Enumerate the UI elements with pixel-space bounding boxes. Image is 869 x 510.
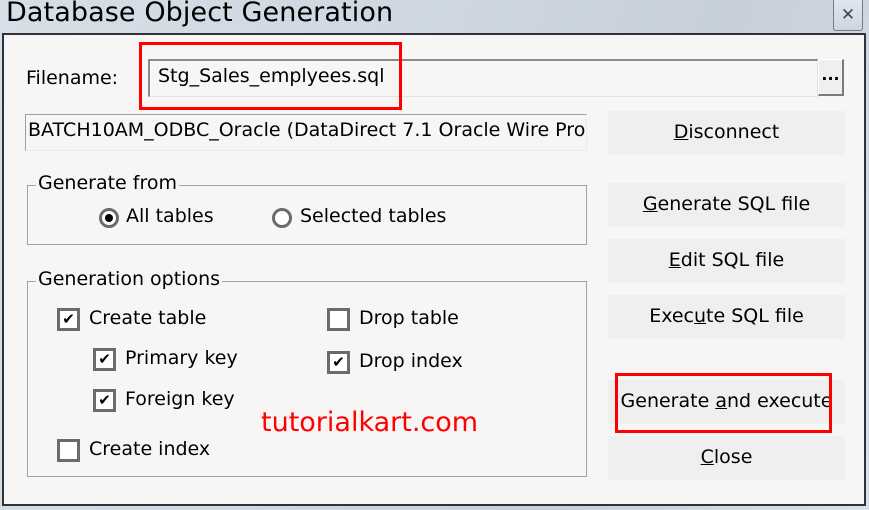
button-label: enerate SQL file	[657, 193, 811, 215]
mnemonic: G	[642, 193, 658, 215]
drop-table-label[interactable]: Drop table	[359, 307, 459, 329]
connection-field: BATCH10AM_ODBC_Oracle (DataDirect 7.1 Or…	[25, 114, 587, 151]
create-index-checkbox[interactable]	[57, 439, 80, 462]
all-tables-label[interactable]: All tables	[126, 205, 214, 227]
disconnect-button[interactable]: Disconnect	[608, 111, 845, 155]
button-label: isconnect	[688, 121, 780, 143]
mnemonic: u	[694, 305, 707, 327]
button-label: nd execute	[726, 390, 833, 412]
button-label: dit SQL file	[680, 249, 785, 271]
radio-all-tables[interactable]	[99, 208, 119, 228]
create-table-checkbox[interactable]: ✔	[57, 308, 80, 331]
button-label: Exec	[649, 305, 694, 327]
generate-and-execute-button[interactable]: Generate and execute	[608, 380, 845, 424]
generation-options-title: Generation options	[36, 268, 223, 290]
watermark-text: tutorialkart.com	[261, 407, 479, 438]
radio-selected-tables[interactable]	[272, 208, 292, 228]
mnemonic: C	[700, 446, 714, 468]
foreign-key-checkbox[interactable]: ✔	[93, 389, 116, 412]
button-label: lose	[713, 446, 753, 468]
mnemonic: D	[673, 121, 689, 143]
generation-options-group: Generation options ✔ Create table ✔ Prim…	[27, 268, 587, 477]
foreign-key-label[interactable]: Foreign key	[125, 388, 235, 410]
radio-selected-dot	[105, 214, 113, 222]
filename-label: Filename:	[26, 67, 119, 89]
drop-table-checkbox[interactable]	[327, 308, 350, 331]
mnemonic: E	[668, 249, 681, 271]
create-index-label[interactable]: Create index	[89, 438, 210, 460]
drop-index-label[interactable]: Drop index	[359, 350, 463, 372]
close-icon: ✕	[840, 5, 856, 25]
title-bar: Database Object Generation ✕	[0, 0, 869, 34]
close-button[interactable]: Close	[608, 436, 845, 480]
close-window-button[interactable]: ✕	[833, 0, 863, 31]
mnemonic: a	[715, 390, 727, 412]
button-label: te SQL file	[706, 305, 804, 327]
dialog-body: Filename: Stg_Sales_emplyees.sql ... BAT…	[2, 33, 866, 506]
selected-tables-label[interactable]: Selected tables	[300, 205, 446, 227]
window-title: Database Object Generation	[6, 0, 394, 28]
execute-sql-file-button[interactable]: Execute SQL file	[608, 295, 845, 339]
create-table-label[interactable]: Create table	[89, 307, 206, 329]
primary-key-label[interactable]: Primary key	[125, 347, 238, 369]
generate-sql-file-button[interactable]: Generate SQL file	[608, 183, 845, 227]
edit-sql-file-button[interactable]: Edit SQL file	[608, 239, 845, 283]
browse-button[interactable]: ...	[818, 59, 844, 96]
filename-input[interactable]: Stg_Sales_emplyees.sql	[148, 59, 818, 97]
drop-index-checkbox[interactable]: ✔	[327, 351, 350, 374]
generate-from-title: Generate from	[36, 172, 179, 194]
primary-key-checkbox[interactable]: ✔	[93, 348, 116, 371]
button-label: Generate	[620, 390, 716, 412]
generate-from-group: Generate from All tables Selected tables	[27, 172, 587, 245]
